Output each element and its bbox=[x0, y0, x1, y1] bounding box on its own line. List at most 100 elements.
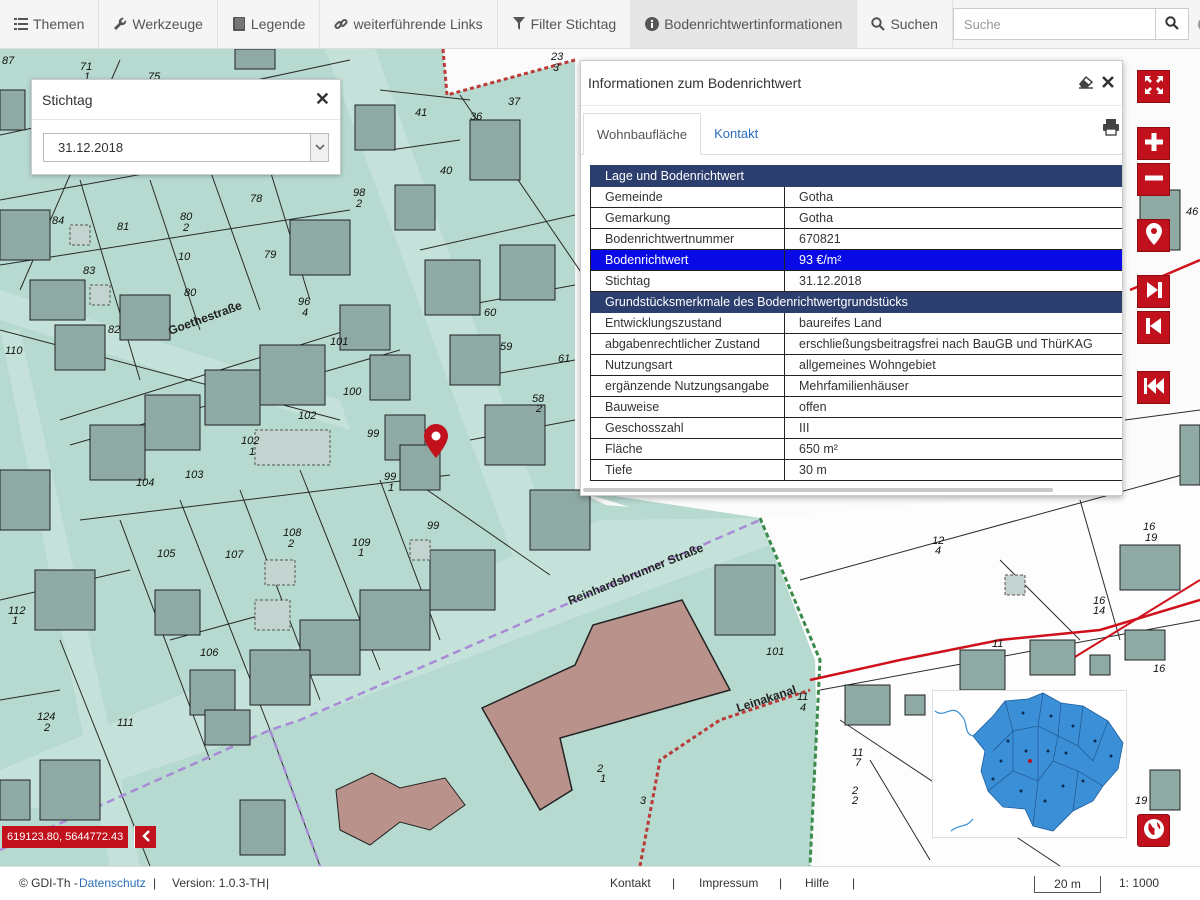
footer: © GDI-Th - Datenschutz | Version: 1.0.3-… bbox=[0, 866, 1200, 900]
parcel-label: 83 bbox=[83, 265, 96, 277]
parcel-label: 100 bbox=[343, 386, 362, 398]
coordinates-toggle-button[interactable] bbox=[134, 826, 156, 848]
stichtag-date-select[interactable]: 31.12.2018 bbox=[43, 133, 329, 162]
row-key: Bauweise bbox=[590, 396, 785, 418]
next-view-button[interactable] bbox=[1137, 275, 1170, 308]
parcel-label: 110 bbox=[5, 345, 23, 357]
parcel-label: 78 bbox=[250, 193, 263, 205]
overview-map[interactable] bbox=[932, 690, 1127, 838]
row-key: ergänzende Nutzungsangabe bbox=[590, 375, 785, 397]
toolbar-werkzeuge-label: Werkzeuge bbox=[132, 16, 203, 32]
eraser-icon[interactable] bbox=[1078, 75, 1094, 92]
parcel-label: 4 bbox=[302, 307, 308, 319]
stichtag-selected-value: 31.12.2018 bbox=[58, 140, 124, 155]
bodenrichtwert-table: Lage und Bodenrichtwert Gemeinde Gotha Ge… bbox=[590, 165, 1122, 481]
row-key: Gemeinde bbox=[590, 186, 785, 208]
table-row-highlighted: Bodenrichtwert 93 €/m² bbox=[590, 249, 1122, 271]
parcel-label: 3 bbox=[640, 795, 647, 807]
parcel-label: 103 bbox=[185, 469, 204, 481]
parcel-label: 41 bbox=[415, 107, 427, 119]
toolbar-info-label: Bodenrichtwertinformationen bbox=[664, 16, 843, 32]
search-button[interactable] bbox=[1154, 8, 1189, 40]
table-row: ergänzende Nutzungsangabe Mehrfamilienhäu… bbox=[590, 375, 1122, 397]
table-row: Gemarkung Gotha bbox=[590, 207, 1122, 229]
parcel-label: 99 bbox=[367, 428, 379, 440]
parcel-label: 1 bbox=[249, 446, 255, 458]
info-icon bbox=[645, 17, 660, 31]
print-icon[interactable] bbox=[1102, 118, 1120, 139]
parcel-label: 1 bbox=[600, 773, 606, 785]
footer-link-kontakt[interactable]: Kontakt bbox=[610, 876, 651, 890]
scale-bar: 20 m bbox=[1034, 876, 1101, 893]
parcel-label: 37 bbox=[508, 96, 521, 108]
zoom-in-button[interactable] bbox=[1137, 127, 1170, 160]
toolbar-werkzeuge[interactable]: Werkzeuge bbox=[99, 0, 218, 48]
footer-datenschutz-link[interactable]: Datenschutz bbox=[79, 876, 146, 890]
toolbar-legende[interactable]: Legende bbox=[218, 0, 321, 48]
parcel-label: 101 bbox=[330, 336, 348, 348]
horizontal-scrollbar[interactable] bbox=[583, 488, 1053, 492]
parcel-label: 2 bbox=[43, 722, 50, 734]
close-icon[interactable]: ✕ bbox=[315, 89, 330, 110]
table-row: Geschosszahl III bbox=[590, 417, 1122, 439]
overview-toggle-button[interactable] bbox=[1137, 814, 1170, 847]
toolbar-links[interactable]: weiterführende Links bbox=[320, 0, 498, 48]
tab-kontakt[interactable]: Kontakt bbox=[701, 112, 771, 154]
footer-link-hilfe[interactable]: Hilfe bbox=[805, 876, 829, 890]
search-group: Suche ? bbox=[952, 0, 1200, 48]
parcel-label: 106 bbox=[200, 647, 219, 659]
parcel-label: 3 bbox=[553, 62, 560, 74]
globe-icon bbox=[1143, 818, 1165, 843]
locate-button[interactable] bbox=[1137, 219, 1170, 252]
toolbar-links-label: weiterführende Links bbox=[353, 16, 483, 32]
parcel-label: 2 bbox=[535, 403, 542, 415]
parcel-label: 14 bbox=[1093, 605, 1105, 617]
parcel-label: 2 bbox=[287, 538, 294, 550]
toolbar-bodenrichtwertinformationen[interactable]: Bodenrichtwertinformationen bbox=[631, 0, 858, 48]
table-row: Entwicklungszustand baureifes Land bbox=[590, 312, 1122, 334]
row-key: Gemarkung bbox=[590, 207, 785, 229]
map-scale: 1: 1000 bbox=[1119, 876, 1160, 890]
fullscreen-button[interactable] bbox=[1137, 70, 1170, 103]
parcel-label: 87 bbox=[2, 55, 15, 67]
parcel-label: 2 bbox=[355, 198, 362, 210]
book-icon bbox=[232, 17, 246, 31]
row-value: 31.12.2018 bbox=[784, 270, 1122, 292]
section-title: Lage und Bodenrichtwert bbox=[590, 165, 1122, 187]
parcel-label: 80 bbox=[184, 287, 197, 299]
chevron-left-icon bbox=[141, 829, 151, 845]
footer-link-impressum[interactable]: Impressum bbox=[699, 876, 758, 890]
parcel-label: 46 bbox=[1186, 206, 1199, 218]
row-value: 93 €/m² bbox=[784, 249, 1122, 271]
top-toolbar: Themen Werkzeuge Legende weiterführende … bbox=[0, 0, 1200, 49]
toolbar-themen-label: Themen bbox=[33, 16, 85, 32]
toolbar-themen[interactable]: Themen bbox=[0, 0, 100, 48]
row-key: Nutzungsart bbox=[590, 354, 785, 376]
first-view-button[interactable] bbox=[1137, 371, 1170, 404]
filter-icon bbox=[512, 17, 526, 31]
previous-view-button[interactable] bbox=[1137, 311, 1170, 344]
toolbar-suchen[interactable]: Suchen bbox=[857, 0, 953, 48]
table-row: abgabenrechtlicher Zustand erschließungsb… bbox=[590, 333, 1122, 355]
table-row: Fläche 650 m² bbox=[590, 438, 1122, 460]
search-input[interactable]: Suche bbox=[952, 8, 1155, 40]
parcel-label: 16 bbox=[1153, 663, 1166, 675]
parcel-label: 1 bbox=[12, 615, 18, 627]
toolbar-filter-stichtag[interactable]: Filter Stichtag bbox=[498, 0, 632, 48]
section-title: Grundstücksmerkmale des Bodenrichtwertgr… bbox=[590, 291, 1122, 313]
chevron-down-icon[interactable] bbox=[310, 134, 328, 161]
close-icon[interactable] bbox=[1102, 75, 1114, 91]
footer-separator: | bbox=[779, 876, 783, 890]
row-value: III bbox=[784, 417, 1122, 439]
info-window-header: Informationen zum Bodenrichtwert bbox=[581, 61, 1122, 106]
parcel-label: 107 bbox=[225, 549, 244, 561]
footer-version: Version: 1.0.3-TH bbox=[172, 876, 266, 890]
parcel-label: 104 bbox=[136, 477, 154, 489]
parcel-label: 40 bbox=[440, 165, 453, 177]
row-value: 650 m² bbox=[784, 438, 1122, 460]
zoom-out-button[interactable] bbox=[1137, 163, 1170, 196]
parcel-label: 19 bbox=[1135, 795, 1147, 807]
parcel-label: 36 bbox=[470, 111, 483, 123]
table-section-header: Lage und Bodenrichtwert bbox=[590, 165, 1122, 187]
tab-wohnbauflaeche[interactable]: Wohnbaufläche bbox=[583, 113, 702, 155]
